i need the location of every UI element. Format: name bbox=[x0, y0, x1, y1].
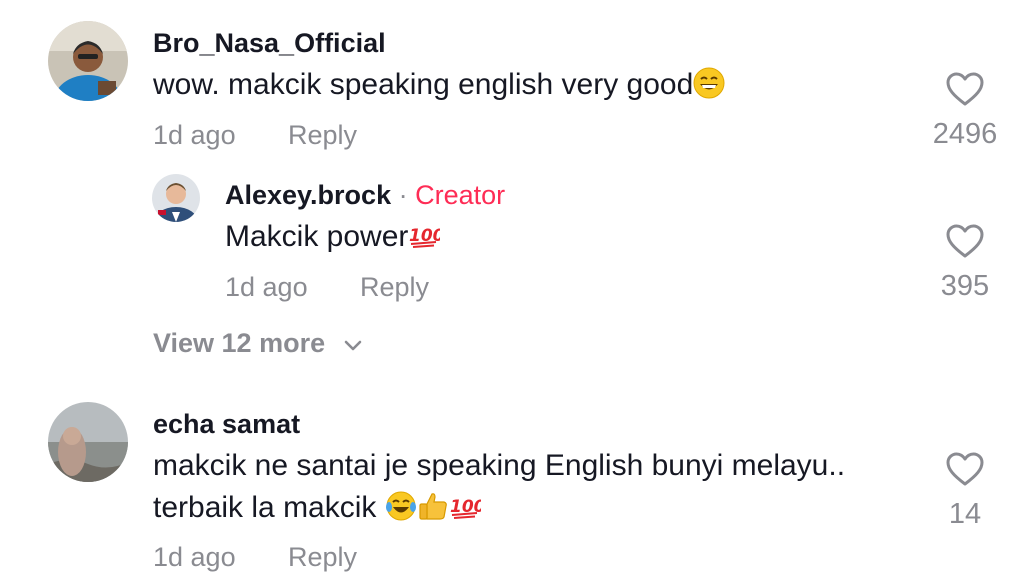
comment-text-content: terbaik la makcik bbox=[153, 491, 385, 524]
comment-text-line2: terbaik la makcik 100 bbox=[153, 487, 485, 534]
avatar-image bbox=[152, 174, 200, 222]
comment-text-line1: makcik ne santai je speaking English bun… bbox=[153, 449, 846, 482]
comment-time: 1d ago bbox=[153, 120, 236, 150]
reply-text-content: Makcik power bbox=[225, 220, 409, 253]
comment-username[interactable]: Bro_Nasa_Official bbox=[153, 28, 386, 59]
avatar-image bbox=[48, 402, 128, 482]
comment-text-content: wow. makcik speaking english very good bbox=[153, 68, 694, 101]
reply-like-count: 395 bbox=[940, 270, 990, 302]
reply-text: Makcik power100 bbox=[225, 216, 445, 263]
separator-dot: · bbox=[398, 180, 408, 210]
avatar[interactable] bbox=[48, 21, 128, 101]
heart-icon bbox=[946, 452, 984, 486]
reply-avatar[interactable] bbox=[152, 174, 200, 222]
avatar-image bbox=[48, 21, 128, 101]
creator-badge: Creator bbox=[415, 180, 506, 210]
like-count: 2496 bbox=[932, 118, 998, 150]
like-button[interactable] bbox=[945, 450, 985, 495]
tears-of-joy-icon bbox=[385, 490, 417, 534]
like-button[interactable] bbox=[945, 70, 985, 115]
chevron-down-icon bbox=[344, 340, 361, 351]
reply-like-button[interactable] bbox=[945, 222, 985, 267]
view-more-label: View 12 more bbox=[153, 328, 326, 358]
thumbs-up-icon bbox=[417, 490, 449, 534]
hundred-points-icon: 100 bbox=[408, 219, 445, 263]
comment-username[interactable]: echa samat bbox=[153, 409, 300, 440]
reply-time: 1d ago bbox=[225, 272, 308, 302]
heart-icon bbox=[946, 72, 984, 106]
reply-button[interactable]: Reply bbox=[288, 120, 357, 151]
avatar[interactable] bbox=[48, 402, 128, 482]
comment-time: 1d ago bbox=[153, 542, 236, 572]
reply-reply-button[interactable]: Reply bbox=[360, 272, 429, 303]
view-more-replies-button[interactable]: View 12 more bbox=[153, 328, 363, 359]
hundred-points-icon: 100 bbox=[449, 490, 485, 534]
comment-text: wow. makcik speaking english very good bbox=[153, 64, 725, 111]
reply-username-line: Alexey.brock · Creator bbox=[225, 180, 505, 211]
grinning-face-icon bbox=[693, 67, 725, 111]
like-count: 14 bbox=[948, 498, 982, 530]
reply-username[interactable]: Alexey.brock bbox=[225, 180, 391, 210]
heart-icon bbox=[946, 224, 984, 258]
reply-button[interactable]: Reply bbox=[288, 542, 357, 573]
